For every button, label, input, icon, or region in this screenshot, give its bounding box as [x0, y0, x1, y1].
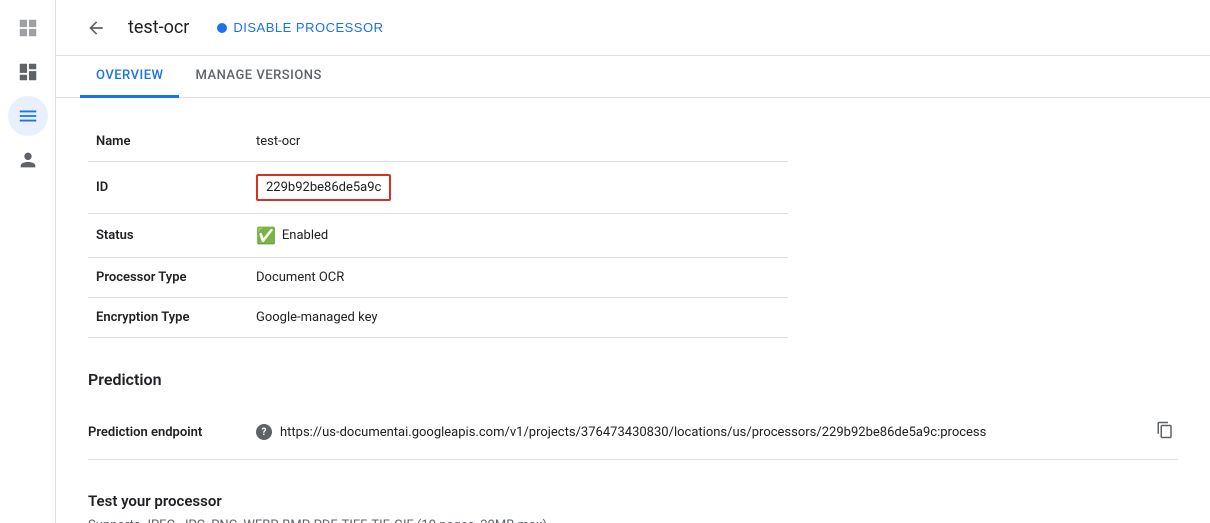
detail-value-id: 229b92be86de5a9c — [248, 162, 788, 214]
test-section: Test your processor Supports JPEG, JPG, … — [88, 492, 1178, 523]
details-table: Name test-ocr ID 229b92be86de5a9c Status… — [88, 122, 788, 338]
disable-label: DISABLE PROCESSOR — [233, 20, 383, 35]
main-content: test-ocr DISABLE PROCESSOR OVERVIEW MANA… — [56, 0, 1210, 523]
sidebar-icon-person[interactable] — [8, 140, 48, 180]
tab-overview[interactable]: OVERVIEW — [80, 56, 179, 98]
status-enabled: ✅ Enabled — [256, 226, 780, 245]
topbar: test-ocr DISABLE PROCESSOR — [56, 0, 1210, 56]
detail-value-encryption: Google-managed key — [248, 298, 788, 338]
sidebar-icon-dashboard[interactable] — [8, 52, 48, 92]
detail-label-id: ID — [88, 162, 248, 214]
disable-processor-button[interactable]: DISABLE PROCESSOR — [205, 14, 395, 41]
check-icon: ✅ — [256, 226, 276, 245]
copy-icon[interactable] — [1152, 417, 1178, 447]
detail-value-status: ✅ Enabled — [248, 214, 788, 258]
prediction-section: Prediction Prediction endpoint ? https:/… — [88, 370, 1178, 460]
detail-label-name: Name — [88, 122, 248, 162]
test-subtitle: Supports JPEG, JPG, PNG, WEBP, BMP, PDF,… — [88, 518, 1178, 523]
table-row: Encryption Type Google-managed key — [88, 298, 788, 338]
detail-label-processor-type: Processor Type — [88, 258, 248, 298]
id-value-box: 229b92be86de5a9c — [256, 174, 391, 201]
detail-label-encryption: Encryption Type — [88, 298, 248, 338]
sidebar-icon-grid[interactable] — [8, 8, 48, 48]
prediction-section-title: Prediction — [88, 370, 1178, 389]
test-section-title: Test your processor — [88, 492, 1178, 510]
table-row: ID 229b92be86de5a9c — [88, 162, 788, 214]
table-row: Processor Type Document OCR — [88, 258, 788, 298]
content-area: Name test-ocr ID 229b92be86de5a9c Status… — [56, 98, 1210, 523]
table-row: Name test-ocr — [88, 122, 788, 162]
back-button[interactable] — [80, 12, 112, 44]
sidebar — [0, 0, 56, 523]
sidebar-icon-list[interactable] — [8, 96, 48, 136]
prediction-endpoint-label: Prediction endpoint — [88, 425, 248, 440]
tabs: OVERVIEW MANAGE VERSIONS — [56, 56, 1210, 98]
disable-dot — [217, 23, 227, 33]
detail-label-status: Status — [88, 214, 248, 258]
page-title: test-ocr — [128, 17, 189, 38]
prediction-endpoint-row: Prediction endpoint ? https://us-documen… — [88, 405, 1178, 460]
detail-value-processor-type: Document OCR — [248, 258, 788, 298]
status-text: Enabled — [282, 228, 328, 243]
endpoint-url: https://us-documentai.googleapis.com/v1/… — [280, 425, 1144, 440]
table-row: Status ✅ Enabled — [88, 214, 788, 258]
tab-manage-versions[interactable]: MANAGE VERSIONS — [179, 56, 337, 98]
detail-value-name: test-ocr — [248, 122, 788, 162]
help-icon[interactable]: ? — [256, 424, 272, 440]
